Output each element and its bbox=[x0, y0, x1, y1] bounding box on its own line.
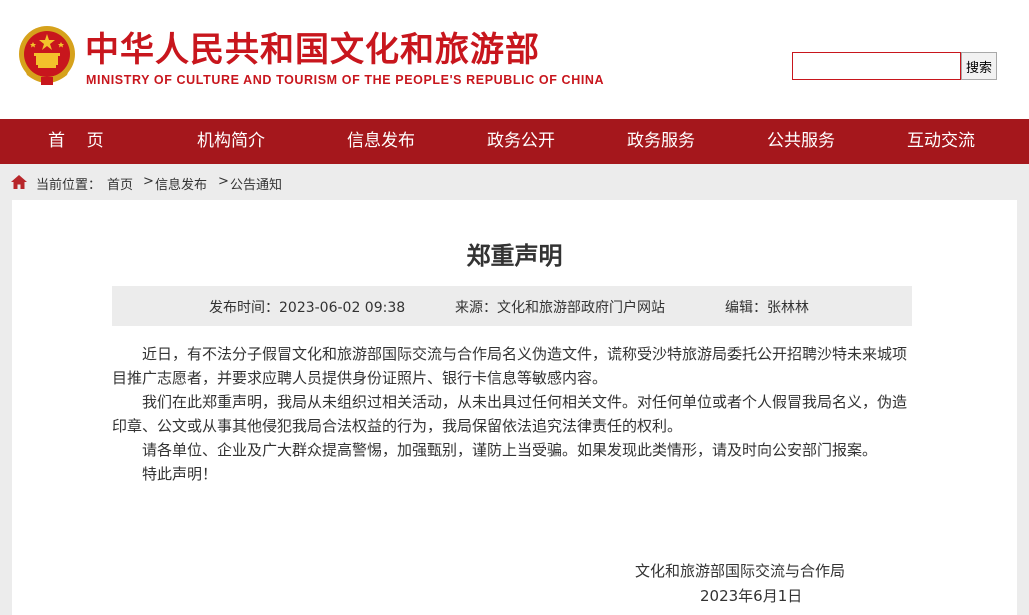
article-container: 郑重声明 发布时间：2023-06-02 09:38 来源：文化和旅游部政府门户… bbox=[12, 200, 1017, 615]
nav-item-news[interactable]: 信息发布 bbox=[347, 119, 415, 164]
national-emblem-icon[interactable] bbox=[17, 25, 77, 87]
signature-organization: 文化和旅游部国际交流与合作局 bbox=[635, 562, 846, 580]
site-subtitle: MINISTRY OF CULTURE AND TOURISM OF THE P… bbox=[86, 73, 605, 87]
breadcrumb-link-home[interactable]: 首页 bbox=[107, 174, 133, 193]
nav-item-government-services[interactable]: 政务服务 bbox=[627, 119, 695, 164]
article-paragraph: 我们在此郑重声明，我局从未组织过相关活动，从未出具过任何相关文件。对任何单位或者… bbox=[112, 393, 908, 435]
site-header: 中华人民共和国文化和旅游部 MINISTRY OF CULTURE AND TO… bbox=[0, 0, 1029, 119]
search-input[interactable] bbox=[792, 52, 961, 80]
breadcrumb-link-news[interactable]: 信息发布 bbox=[155, 174, 207, 193]
breadcrumb-link-notices[interactable]: 公告通知 bbox=[230, 174, 282, 193]
article-paragraph: 请各单位、企业及广大群众提高警惕，加强甄别，谨防上当受骗。如果发现此类情形，请及… bbox=[142, 441, 878, 459]
nav-item-home[interactable]: 首 页 bbox=[48, 119, 104, 164]
article-meta: 发布时间：2023-06-02 09:38 来源：文化和旅游部政府门户网站 编辑… bbox=[112, 286, 912, 326]
article-source: 来源：文化和旅游部政府门户网站 bbox=[455, 300, 665, 316]
site-title[interactable]: 中华人民共和国文化和旅游部 bbox=[85, 30, 540, 70]
nav-item-interaction[interactable]: 互动交流 bbox=[907, 119, 975, 164]
article-body: 近日，有不法分子假冒文化和旅游部国际交流与合作局名义伪造文件，谎称受沙特旅游局委… bbox=[112, 342, 912, 486]
main-nav: 首 页 机构简介 信息发布 政务公开 政务服务 公共服务 互动交流 bbox=[0, 119, 1029, 164]
article-paragraph: 特此声明！ bbox=[142, 465, 218, 483]
breadcrumb-separator: > bbox=[218, 174, 229, 189]
article-title: 郑重声明 bbox=[466, 242, 563, 270]
article-editor: 编辑：张林林 bbox=[725, 300, 809, 316]
home-icon bbox=[11, 175, 27, 189]
breadcrumb-separator: > bbox=[143, 174, 154, 189]
breadcrumb-label: 当前位置： bbox=[36, 178, 102, 193]
signature-date: 2023年6月1日 bbox=[700, 587, 803, 605]
nav-item-government-affairs[interactable]: 政务公开 bbox=[487, 119, 555, 164]
breadcrumb: 当前位置： 首页 > 信息发布 > 公告通知 bbox=[0, 164, 1029, 200]
publish-time: 发布时间：2023-06-02 09:38 bbox=[209, 300, 406, 316]
nav-item-about[interactable]: 机构简介 bbox=[197, 119, 265, 164]
search-button[interactable]: 搜索 bbox=[961, 52, 997, 80]
article-paragraph: 近日，有不法分子假冒文化和旅游部国际交流与合作局名义伪造文件，谎称受沙特旅游局委… bbox=[112, 345, 908, 387]
nav-item-public-services[interactable]: 公共服务 bbox=[767, 119, 835, 164]
